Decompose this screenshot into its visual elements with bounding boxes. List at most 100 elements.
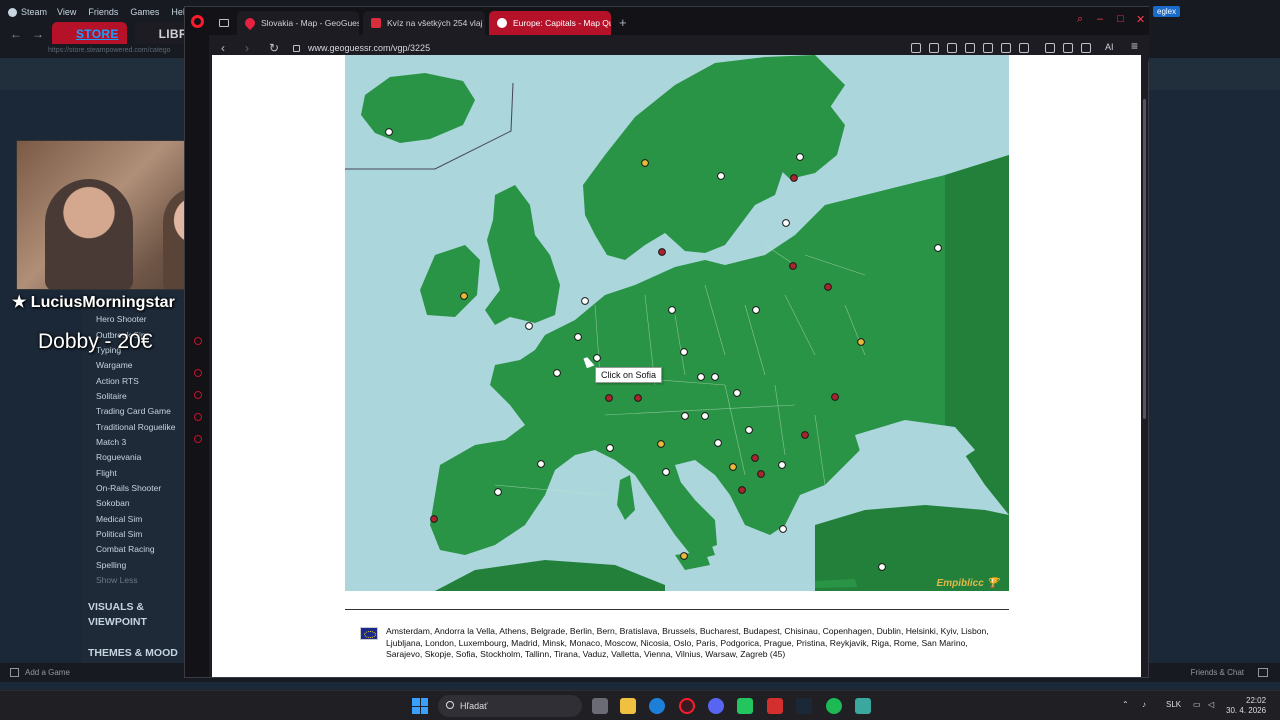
- section-visuals[interactable]: VISUALS & VIEWPOINT: [88, 600, 168, 630]
- back-icon[interactable]: ‹: [221, 41, 233, 55]
- genre-link[interactable]: Political Sim: [96, 529, 142, 539]
- genre-link[interactable]: Action RTS: [96, 376, 139, 386]
- capital-marker[interactable]: [878, 563, 886, 571]
- spotify-icon[interactable]: [826, 698, 842, 714]
- capital-marker[interactable]: [385, 128, 393, 136]
- capital-marker[interactable]: [934, 244, 942, 252]
- capital-marker[interactable]: [680, 552, 688, 560]
- clock[interactable]: 22:02 30. 4. 2026: [1226, 696, 1266, 716]
- add-game-button[interactable]: Add a Game: [10, 668, 70, 677]
- capital-marker[interactable]: [790, 174, 798, 182]
- steam-icon[interactable]: [796, 698, 812, 714]
- friends-icon[interactable]: [1258, 668, 1268, 677]
- capital-marker[interactable]: [553, 369, 561, 377]
- capital-marker[interactable]: [857, 338, 865, 346]
- capital-marker[interactable]: [779, 525, 787, 533]
- player-icon[interactable]: [194, 369, 202, 377]
- capital-marker[interactable]: [717, 172, 725, 180]
- menu-icon[interactable]: ≡: [1131, 39, 1138, 53]
- capital-marker[interactable]: [537, 460, 545, 468]
- genre-link[interactable]: Trading Card Game: [96, 406, 171, 416]
- section-themes[interactable]: THEMES & MOOD: [88, 646, 178, 661]
- reload-icon[interactable]: ↻: [269, 41, 281, 55]
- opera-icon[interactable]: [679, 698, 695, 714]
- capital-marker[interactable]: [711, 373, 719, 381]
- split-view-icon[interactable]: [911, 43, 921, 53]
- genre-link[interactable]: Medical Sim: [96, 514, 142, 524]
- minimize-icon[interactable]: –: [1097, 13, 1103, 25]
- steam-menu-steam[interactable]: Steam: [21, 7, 47, 17]
- steam-menu-games[interactable]: Games: [130, 7, 159, 17]
- capital-marker[interactable]: [681, 412, 689, 420]
- account-pill[interactable]: eglex: [1153, 6, 1181, 17]
- tray-chevron-icon[interactable]: ⌃: [1122, 700, 1129, 709]
- mic-icon[interactable]: ♪: [1142, 700, 1146, 709]
- twitch-icon[interactable]: [194, 337, 202, 345]
- capital-marker[interactable]: [796, 153, 804, 161]
- forward-arrow-icon[interactable]: →: [32, 27, 44, 41]
- genre-link[interactable]: Roguevania: [96, 452, 141, 462]
- back-arrow-icon[interactable]: ←: [10, 27, 22, 41]
- steam-menu-view[interactable]: View: [57, 7, 76, 17]
- taskbar-search[interactable]: Hľadať: [438, 695, 582, 717]
- capital-marker[interactable]: [782, 219, 790, 227]
- show-less-link[interactable]: Show Less: [96, 575, 138, 585]
- translate-icon[interactable]: [965, 43, 975, 53]
- heart-icon[interactable]: [1019, 43, 1029, 53]
- steam-logo[interactable]: Steam: [8, 7, 47, 17]
- genre-link[interactable]: Solitaire: [96, 391, 127, 401]
- capital-marker[interactable]: [634, 394, 642, 402]
- capital-marker[interactable]: [662, 468, 670, 476]
- discord-icon[interactable]: [708, 698, 724, 714]
- new-tab-button[interactable]: +: [619, 11, 627, 35]
- capital-marker[interactable]: [605, 394, 613, 402]
- capital-marker[interactable]: [494, 488, 502, 496]
- capital-marker[interactable]: [680, 348, 688, 356]
- snapshot-icon[interactable]: [947, 43, 957, 53]
- app-icon[interactable]: [737, 698, 753, 714]
- capital-marker[interactable]: [593, 354, 601, 362]
- capital-marker[interactable]: [824, 283, 832, 291]
- capital-marker[interactable]: [751, 454, 759, 462]
- capital-marker[interactable]: [606, 444, 614, 452]
- profile-icon[interactable]: [1063, 43, 1073, 53]
- capital-marker[interactable]: [733, 389, 741, 397]
- url-field[interactable]: www.geoguessr.com/vgp/3225: [308, 43, 430, 53]
- volume-icon[interactable]: ◁: [1208, 700, 1214, 709]
- windows-start-icon[interactable]: [412, 698, 428, 714]
- capital-marker[interactable]: [789, 262, 797, 270]
- genre-link[interactable]: On-Rails Shooter: [96, 483, 161, 493]
- pinboard-icon[interactable]: [194, 413, 202, 421]
- capital-marker[interactable]: [778, 461, 786, 469]
- close-icon[interactable]: ✕: [1136, 13, 1145, 26]
- browser-tab[interactable]: Kvíz na všetkých 254 vlaj: [363, 11, 485, 35]
- capital-marker[interactable]: [714, 439, 722, 447]
- capital-marker[interactable]: [658, 248, 666, 256]
- genre-link[interactable]: Flight: [96, 468, 117, 478]
- capital-marker[interactable]: [574, 333, 582, 341]
- file-explorer-icon[interactable]: [620, 698, 636, 714]
- genre-link[interactable]: Match 3: [96, 437, 126, 447]
- play-icon[interactable]: [1001, 43, 1011, 53]
- genre-link[interactable]: Wargame: [96, 360, 133, 370]
- capital-marker[interactable]: [657, 440, 665, 448]
- genre-link[interactable]: Hero Shooter: [96, 314, 147, 324]
- capital-marker[interactable]: [831, 393, 839, 401]
- genre-link[interactable]: Sokoban: [96, 498, 130, 508]
- pin-icon[interactable]: [929, 43, 939, 53]
- capital-marker[interactable]: [430, 515, 438, 523]
- genre-link[interactable]: Traditional Roguelike: [96, 422, 176, 432]
- extensions-icon[interactable]: [1045, 43, 1055, 53]
- task-view-icon[interactable]: [592, 698, 608, 714]
- capital-marker[interactable]: [757, 470, 765, 478]
- capital-marker[interactable]: [697, 373, 705, 381]
- capital-marker[interactable]: [738, 486, 746, 494]
- scrollbar-thumb[interactable]: [1143, 99, 1146, 419]
- tab-grid-icon[interactable]: [219, 19, 229, 27]
- browser-tab[interactable]: Slovakia - Map - GeoGues: [237, 11, 359, 35]
- capital-marker[interactable]: [460, 292, 468, 300]
- maximize-icon[interactable]: □: [1117, 13, 1124, 25]
- steam-tab-store[interactable]: STORE: [52, 22, 127, 46]
- capital-marker[interactable]: [641, 159, 649, 167]
- capital-marker[interactable]: [525, 322, 533, 330]
